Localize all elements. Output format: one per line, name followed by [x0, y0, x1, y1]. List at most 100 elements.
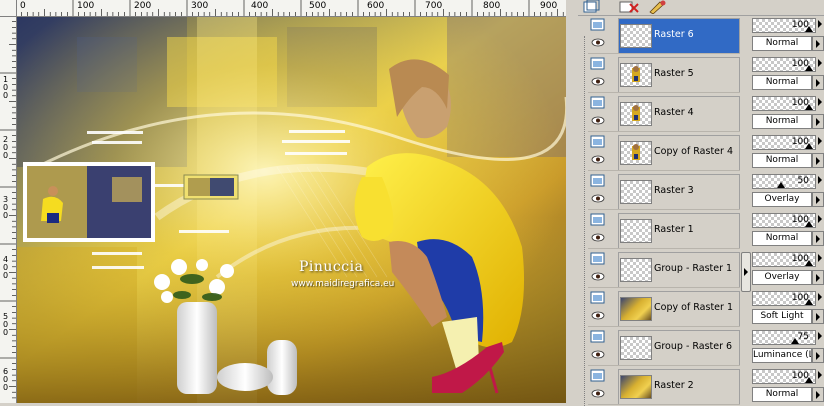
row-divider [588, 209, 740, 210]
layer-name: Group - Raster 6 [654, 341, 733, 352]
blend-mode-select[interactable]: Normal [752, 231, 812, 246]
eye-icon[interactable] [591, 155, 605, 164]
opacity-slider[interactable]: 100 [752, 96, 816, 111]
eye-icon[interactable] [591, 233, 605, 242]
eye-icon[interactable] [591, 116, 605, 125]
layer-row[interactable]: Raster 1 [588, 211, 740, 249]
ruler-label: 3 0 0 [3, 195, 9, 220]
layer-row[interactable]: Raster 2 [588, 367, 740, 405]
blend-mode-select[interactable]: Soft Light [752, 309, 812, 324]
layer-row[interactable]: Group - Raster 6 [588, 328, 740, 366]
layer-visibility-icon[interactable] [590, 330, 606, 344]
layer-row[interactable]: Raster 6 [588, 16, 740, 54]
new-layer-button[interactable] [580, 0, 602, 14]
delete-layer-icon [619, 1, 639, 13]
opacity-slider[interactable]: 75 [752, 330, 816, 345]
layer-visibility-icon[interactable] [590, 96, 606, 110]
layer-visibility-icon[interactable] [590, 252, 606, 266]
eye-icon[interactable] [591, 389, 605, 398]
opacity-slider[interactable]: 50 [752, 174, 816, 189]
layer-visibility-icon[interactable] [590, 291, 606, 305]
opacity-slider[interactable]: 100 [752, 57, 816, 72]
opacity-arrow-icon[interactable] [816, 18, 824, 31]
layer-visibility-icon[interactable] [590, 369, 606, 383]
ruler-label: 900 [540, 1, 558, 11]
layer-visibility-icon[interactable] [590, 213, 606, 227]
eye-icon[interactable] [591, 77, 605, 86]
layer-row[interactable]: Raster 4 [588, 94, 740, 132]
layer-row[interactable]: Raster 3 [588, 172, 740, 210]
palette-splitter[interactable] [740, 16, 751, 403]
blend-mode-select[interactable]: Normal [752, 36, 812, 51]
blend-dropdown-arrow-icon[interactable] [812, 348, 824, 363]
row-divider [588, 365, 740, 366]
layer-visibility-icon[interactable] [590, 57, 606, 71]
opacity-arrow-icon[interactable] [816, 213, 824, 226]
opacity-arrow-icon[interactable] [816, 330, 824, 343]
blend-mode-select[interactable]: Overlay [752, 192, 812, 207]
blend-mode-value: Soft Light [760, 311, 804, 321]
layer-properties: 75 Luminance (L) [750, 328, 824, 366]
opacity-thumb[interactable] [777, 182, 785, 188]
blend-dropdown-arrow-icon[interactable] [812, 114, 824, 129]
layer-thumbnail [620, 258, 652, 282]
layer-properties: 100 Normal [750, 367, 824, 405]
ruler-label: 0 [20, 1, 26, 11]
eye-icon[interactable] [591, 350, 605, 359]
blend-dropdown-arrow-icon[interactable] [812, 231, 824, 246]
layer-row[interactable]: Copy of Raster 1 [588, 289, 740, 327]
image-canvas[interactable]: Pinuccia www.maidiregrafica.eu [17, 17, 566, 403]
blend-mode-select[interactable]: Overlay [752, 270, 812, 285]
layer-name: Copy of Raster 4 [654, 146, 733, 157]
row-divider [588, 287, 740, 288]
blend-mode-value: Luminance (L) [753, 350, 812, 360]
row-divider [588, 53, 740, 54]
blend-mode-select[interactable]: Normal [752, 114, 812, 129]
edit-layer-button[interactable] [646, 0, 668, 15]
opacity-arrow-icon[interactable] [816, 252, 824, 265]
blend-dropdown-arrow-icon[interactable] [812, 153, 824, 168]
opacity-slider[interactable]: 100 [752, 213, 816, 228]
opacity-arrow-icon[interactable] [816, 174, 824, 187]
layer-visibility-icon[interactable] [590, 174, 606, 188]
blend-mode-select[interactable]: Normal [752, 153, 812, 168]
opacity-arrow-icon[interactable] [816, 57, 824, 70]
opacity-slider[interactable]: 100 [752, 18, 816, 33]
eye-icon[interactable] [591, 194, 605, 203]
blend-dropdown-arrow-icon[interactable] [812, 36, 824, 51]
layer-row[interactable]: Raster 5 [588, 55, 740, 93]
opacity-slider[interactable]: 100 [752, 135, 816, 150]
blend-dropdown-arrow-icon[interactable] [812, 75, 824, 90]
eye-icon[interactable] [591, 38, 605, 47]
horizontal-ruler: 0 100 200 300 400 500 600 700 800 900 [0, 0, 566, 17]
blend-mode-value: Normal [765, 38, 799, 48]
layer-row[interactable]: Copy of Raster 4 [588, 133, 740, 171]
blend-dropdown-arrow-icon[interactable] [812, 387, 824, 402]
blend-dropdown-arrow-icon[interactable] [812, 270, 824, 285]
blend-dropdown-arrow-icon[interactable] [812, 309, 824, 324]
opacity-arrow-icon[interactable] [816, 291, 824, 304]
opacity-arrow-icon[interactable] [816, 96, 824, 109]
layer-thumbnail [620, 24, 652, 48]
blend-dropdown-arrow-icon[interactable] [812, 192, 824, 207]
eye-icon[interactable] [591, 311, 605, 320]
ruler-label: 500 [309, 1, 327, 11]
delete-layer-button[interactable] [618, 0, 640, 14]
blend-mode-select[interactable]: Normal [752, 75, 812, 90]
opacity-slider[interactable]: 100 [752, 369, 816, 384]
opacity-arrow-icon[interactable] [816, 369, 824, 382]
layer-visibility-icon[interactable] [590, 18, 606, 32]
blend-mode-select[interactable]: Luminance (L) [752, 348, 812, 363]
opacity-arrow-icon[interactable] [816, 135, 824, 148]
blend-mode-select[interactable]: Normal [752, 387, 812, 402]
eye-icon[interactable] [591, 272, 605, 281]
opacity-slider[interactable]: 100 [752, 252, 816, 267]
layers-palette: Raster 6 Raster 5 Raster 4 Copy of Raster 4… [578, 0, 824, 406]
ruler-label: 5 0 0 [3, 312, 9, 337]
layer-row[interactable]: Group - Raster 1 [588, 250, 740, 288]
row-divider [588, 248, 740, 249]
layer-thumbnail [620, 102, 652, 126]
layer-visibility-icon[interactable] [590, 135, 606, 149]
artwork [17, 17, 566, 403]
opacity-slider[interactable]: 100 [752, 291, 816, 306]
